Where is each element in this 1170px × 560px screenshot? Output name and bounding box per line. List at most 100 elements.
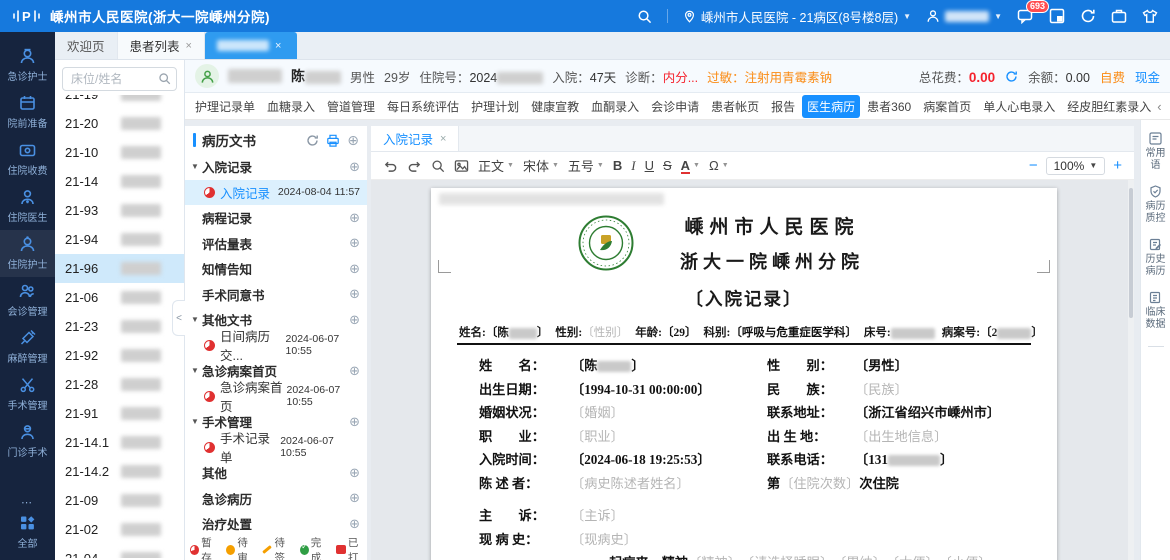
feature-tab[interactable]: 健康宣教 [526, 95, 584, 118]
add-icon[interactable]: ⊕ [349, 363, 360, 379]
rail-item-inpatient-billing[interactable]: 住院收费 [0, 136, 55, 183]
insert-symbol-button[interactable]: Ω▼ [709, 158, 729, 173]
feature-tab[interactable]: 单人心电录入 [978, 95, 1060, 118]
undo-button[interactable] [383, 159, 398, 173]
tabs-scroll-left-icon[interactable]: ‹ [1157, 99, 1161, 114]
tree-row[interactable]: ▼ 手术记录单 2024-06-07 10:55 ⊕ [185, 435, 367, 461]
rail-item-er-nurse[interactable]: 急诊护士 [0, 42, 55, 89]
strikethrough-button[interactable]: S [663, 158, 672, 173]
zoom-out-button[interactable]: − [1029, 157, 1038, 174]
font-size-select[interactable]: 五号▼ [568, 156, 604, 175]
course-placeholder[interactable]: 胃纳 [827, 555, 880, 560]
patient-row[interactable]: 21-06 [55, 283, 184, 312]
feature-tab[interactable]: 血糖录入 [262, 95, 320, 118]
course-placeholder[interactable]: 小便 [932, 555, 985, 560]
doc-field-row[interactable]: 主 诉： 主诉 [479, 505, 1009, 529]
feature-tab[interactable]: 经皮胆红素录入 [1062, 95, 1156, 118]
tree-row[interactable]: ▼ 入院记录 2024-08-04 11:57 ⊕ [185, 180, 367, 206]
close-icon[interactable]: × [440, 133, 446, 145]
add-icon[interactable]: ⊕ [349, 235, 360, 251]
find-button[interactable] [431, 159, 445, 173]
rail-item-anesthesia[interactable]: 麻醉管理 [0, 324, 55, 371]
refresh-cost-icon[interactable] [1005, 70, 1018, 83]
patient-row[interactable]: 21-96 [55, 254, 184, 283]
tree-row[interactable]: ▼ 手术同意书 ⊕ [185, 282, 367, 308]
add-icon[interactable]: ⊕ [349, 210, 360, 226]
patient-row[interactable]: 21-20 [55, 109, 184, 138]
add-icon[interactable]: ⊕ [349, 465, 360, 481]
patient-row[interactable]: 21-10 [55, 138, 184, 167]
feature-tab[interactable]: 管道管理 [322, 95, 380, 118]
patient-row[interactable]: 21-14 [55, 167, 184, 196]
doc-field-row[interactable]: 职 业： 职业 出 生 地： 出生地信息 [479, 426, 1009, 450]
rail-item-prehospital[interactable]: 院前准备 [0, 89, 55, 136]
rail-item-outpatient-surgery[interactable]: 门诊手术 [0, 418, 55, 465]
add-icon[interactable]: ⊕ [349, 414, 360, 430]
theme-skin-button[interactable] [1142, 9, 1158, 24]
collapse-panel-handle[interactable]: < [172, 300, 185, 336]
rail-item-surgery-mgmt[interactable]: 手术管理 [0, 371, 55, 418]
font-color-button[interactable]: A▼ [681, 158, 700, 173]
add-icon[interactable]: ⊕ [349, 516, 360, 532]
feature-tab[interactable]: 患者360 [862, 95, 916, 118]
rail-item-all-modules[interactable]: 全部 [0, 509, 55, 556]
rail-item-inpatient-doctor[interactable]: 住院医生 [0, 183, 55, 230]
tree-row[interactable]: ▼ 治疗处置 ⊕ [185, 511, 367, 537]
underline-button[interactable]: U [645, 158, 654, 173]
tree-row[interactable]: ▼ 急诊病案首页 2024-06-07 10:55 ⊕ [185, 384, 367, 410]
close-icon[interactable]: × [275, 40, 281, 52]
tab-patient-list[interactable]: 患者列表 × [117, 32, 205, 59]
editor-scrollbar[interactable] [1128, 180, 1134, 560]
add-icon[interactable]: ⊕ [349, 312, 360, 328]
add-icon[interactable]: ⊕ [349, 159, 360, 175]
patient-row[interactable]: 21-02 [55, 515, 184, 544]
tree-row[interactable]: ▼ 病程记录 ⊕ [185, 205, 367, 231]
doc-field-row[interactable]: 姓 名： 陈 性 别： 男性 [479, 355, 1009, 379]
patient-row[interactable]: 21-09 [55, 486, 184, 515]
feature-tab[interactable]: 护理记录单 [190, 95, 260, 118]
print-icon[interactable] [326, 134, 340, 147]
patient-row[interactable]: 21-23 [55, 312, 184, 341]
user-menu[interactable]: ▼ [926, 9, 1002, 23]
tab-welcome[interactable]: 欢迎页 [55, 32, 117, 59]
patient-row[interactable]: 21-14.2 [55, 457, 184, 486]
bold-button[interactable]: B [613, 158, 622, 173]
editor-tab-admission-record[interactable]: 入院记录 × [371, 126, 459, 151]
rail-item-clinical-data[interactable]: 临床数据 [1144, 291, 1167, 331]
patient-row[interactable]: 21-94 [55, 225, 184, 254]
search-icon[interactable] [637, 9, 652, 24]
zoom-level-select[interactable]: 100% ▼ [1046, 157, 1106, 175]
redo-button[interactable] [407, 159, 422, 173]
screen-share-button[interactable] [1049, 8, 1065, 24]
refresh-tree-icon[interactable] [306, 134, 319, 147]
add-document-icon[interactable]: ⊕ [347, 132, 359, 149]
document-page[interactable]: 嵊州市人民医院 浙大一院嵊州分院 〔入院记录〕 姓名:陈 性别:性别 年龄:29… [431, 188, 1057, 560]
doc-field-row[interactable]: 现 病 史： 现病史 [479, 529, 1009, 553]
tab-current-patient[interactable]: × [205, 32, 297, 59]
messages-button[interactable]: 693 [1017, 8, 1034, 24]
patient-row[interactable]: 21-14.1 [55, 428, 184, 457]
rail-item-history-records[interactable]: 历史病历 [1144, 238, 1167, 278]
course-placeholder[interactable]: 精神 [688, 555, 734, 560]
patient-row[interactable]: 21-93 [55, 196, 184, 225]
zoom-in-button[interactable]: + [1113, 157, 1122, 174]
add-icon[interactable]: ⊕ [349, 490, 360, 506]
doc-field-row[interactable]: 婚姻状况： 婚姻 联系地址： 浙江省绍兴市嵊州市 [479, 402, 1009, 426]
toolbox-button[interactable] [1111, 8, 1127, 24]
course-placeholder[interactable]: 大便 [879, 555, 932, 560]
add-icon[interactable]: ⊕ [349, 261, 360, 277]
course-placeholder[interactable]: 请选择睡眠 [734, 555, 826, 560]
doc-field-row[interactable]: 出生日期： 1994-10-31 00:00:00 民 族： 民族 [479, 379, 1009, 403]
rail-item-inpatient-nurse[interactable]: 住院护士 [0, 230, 55, 277]
rail-item-record-qc[interactable]: 病历质控 [1144, 185, 1167, 225]
patient-row[interactable]: 21-91 [55, 399, 184, 428]
patient-row[interactable]: 21-92 [55, 341, 184, 370]
patient-row[interactable]: 21-28 [55, 370, 184, 399]
tree-row[interactable]: ▼ 评估量表 ⊕ [185, 231, 367, 257]
doc-field-row[interactable]: 入院时间： 2024-06-18 19:25:53 联系电话： 131 [479, 449, 1009, 473]
rail-item-common-phrases[interactable]: 常用语 [1144, 132, 1167, 172]
feature-tab[interactable]: 护理计划 [466, 95, 524, 118]
patient-row[interactable]: 21-04 [55, 544, 184, 558]
doc-field-row[interactable]: 陈 述 者： 病史陈述者姓名 第住院次数次住院 [479, 473, 1009, 497]
close-icon[interactable]: × [186, 40, 192, 52]
